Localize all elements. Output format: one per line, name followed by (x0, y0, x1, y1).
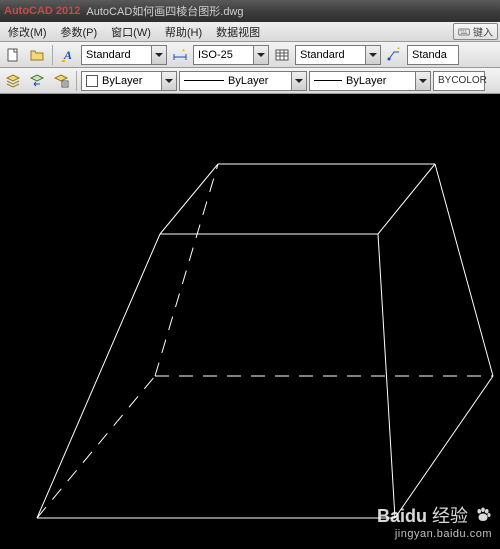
toolbar-styles: A Standard ISO-25 Standard Standa (0, 42, 500, 68)
dimension-icon (172, 47, 188, 63)
toolbar-properties: ByLayer ByLayer ByLayer BYCOLOR (0, 68, 500, 94)
menu-parametric[interactable]: 参数(P) (55, 22, 104, 42)
dim-style-dropdown[interactable]: ISO-25 (193, 45, 269, 65)
title-bar: AutoCAD 2012 AutoCAD如何画四棱台图形.dwg (0, 0, 500, 22)
color-swatch-icon (86, 75, 98, 87)
layer-button[interactable] (2, 70, 24, 92)
layer-state-icon (53, 73, 69, 89)
dim-style-value: ISO-25 (198, 49, 253, 61)
layer-swap-icon (29, 73, 45, 89)
text-style-value: Standard (86, 49, 151, 61)
document-filename: AutoCAD如何画四棱台图形.dwg (86, 3, 243, 19)
layers-icon (5, 73, 21, 89)
frustum-drawing (0, 94, 500, 546)
svg-text:A: A (63, 48, 72, 62)
color-value: ByLayer (102, 75, 161, 87)
keyboard-icon (458, 26, 470, 38)
plot-style-value: BYCOLOR (438, 75, 487, 86)
lineweight-value: ByLayer (346, 75, 415, 87)
text-style-button[interactable]: A (57, 44, 79, 66)
mleader-style-button[interactable] (383, 44, 405, 66)
linetype-preview-icon (184, 80, 224, 81)
linetype-value: ByLayer (228, 75, 291, 87)
chevron-down-icon (253, 46, 268, 64)
new-button[interactable] (2, 44, 24, 66)
table-style-dropdown[interactable]: Standard (295, 45, 381, 65)
new-icon (5, 47, 21, 63)
chevron-down-icon (161, 72, 176, 90)
text-style-dropdown[interactable]: Standard (81, 45, 167, 65)
table-style-button[interactable] (271, 44, 293, 66)
menu-modify[interactable]: 修改(M) (2, 22, 53, 42)
dim-style-button[interactable] (169, 44, 191, 66)
lineweight-dropdown[interactable]: ByLayer (309, 71, 431, 91)
mleader-style-value: Standa (412, 49, 458, 61)
folder-button[interactable] (26, 44, 48, 66)
chevron-down-icon (151, 46, 166, 64)
lineweight-preview-icon (314, 80, 342, 81)
chevron-down-icon (291, 72, 306, 90)
keyboard-input-badge[interactable]: 键入 (453, 23, 498, 40)
table-icon (274, 47, 290, 63)
layer-previous-button[interactable] (26, 70, 48, 92)
drawing-canvas[interactable]: Baidu 经验 jingyan.baidu.com (0, 94, 500, 546)
mleader-style-dropdown[interactable]: Standa (407, 45, 459, 65)
chevron-down-icon (415, 72, 430, 90)
toolbar-separator (52, 45, 53, 65)
menu-dataview[interactable]: 数据视图 (210, 22, 266, 42)
keyboard-input-label: 键入 (473, 24, 493, 39)
text-a-icon: A (60, 47, 76, 63)
linetype-dropdown[interactable]: ByLayer (179, 71, 307, 91)
layer-state-button[interactable] (50, 70, 72, 92)
multileader-icon (386, 47, 402, 63)
toolbar-separator (76, 71, 77, 91)
table-style-value: Standard (300, 49, 365, 61)
folder-icon (29, 47, 45, 63)
menu-window[interactable]: 窗口(W) (105, 22, 157, 42)
color-dropdown[interactable]: ByLayer (81, 71, 177, 91)
menu-bar: 修改(M) 参数(P) 窗口(W) 帮助(H) 数据视图 键入 (0, 22, 500, 42)
plot-style-box[interactable]: BYCOLOR (433, 71, 485, 91)
chevron-down-icon (365, 46, 380, 64)
menu-help[interactable]: 帮助(H) (159, 22, 208, 42)
app-name: AutoCAD 2012 (4, 5, 80, 17)
